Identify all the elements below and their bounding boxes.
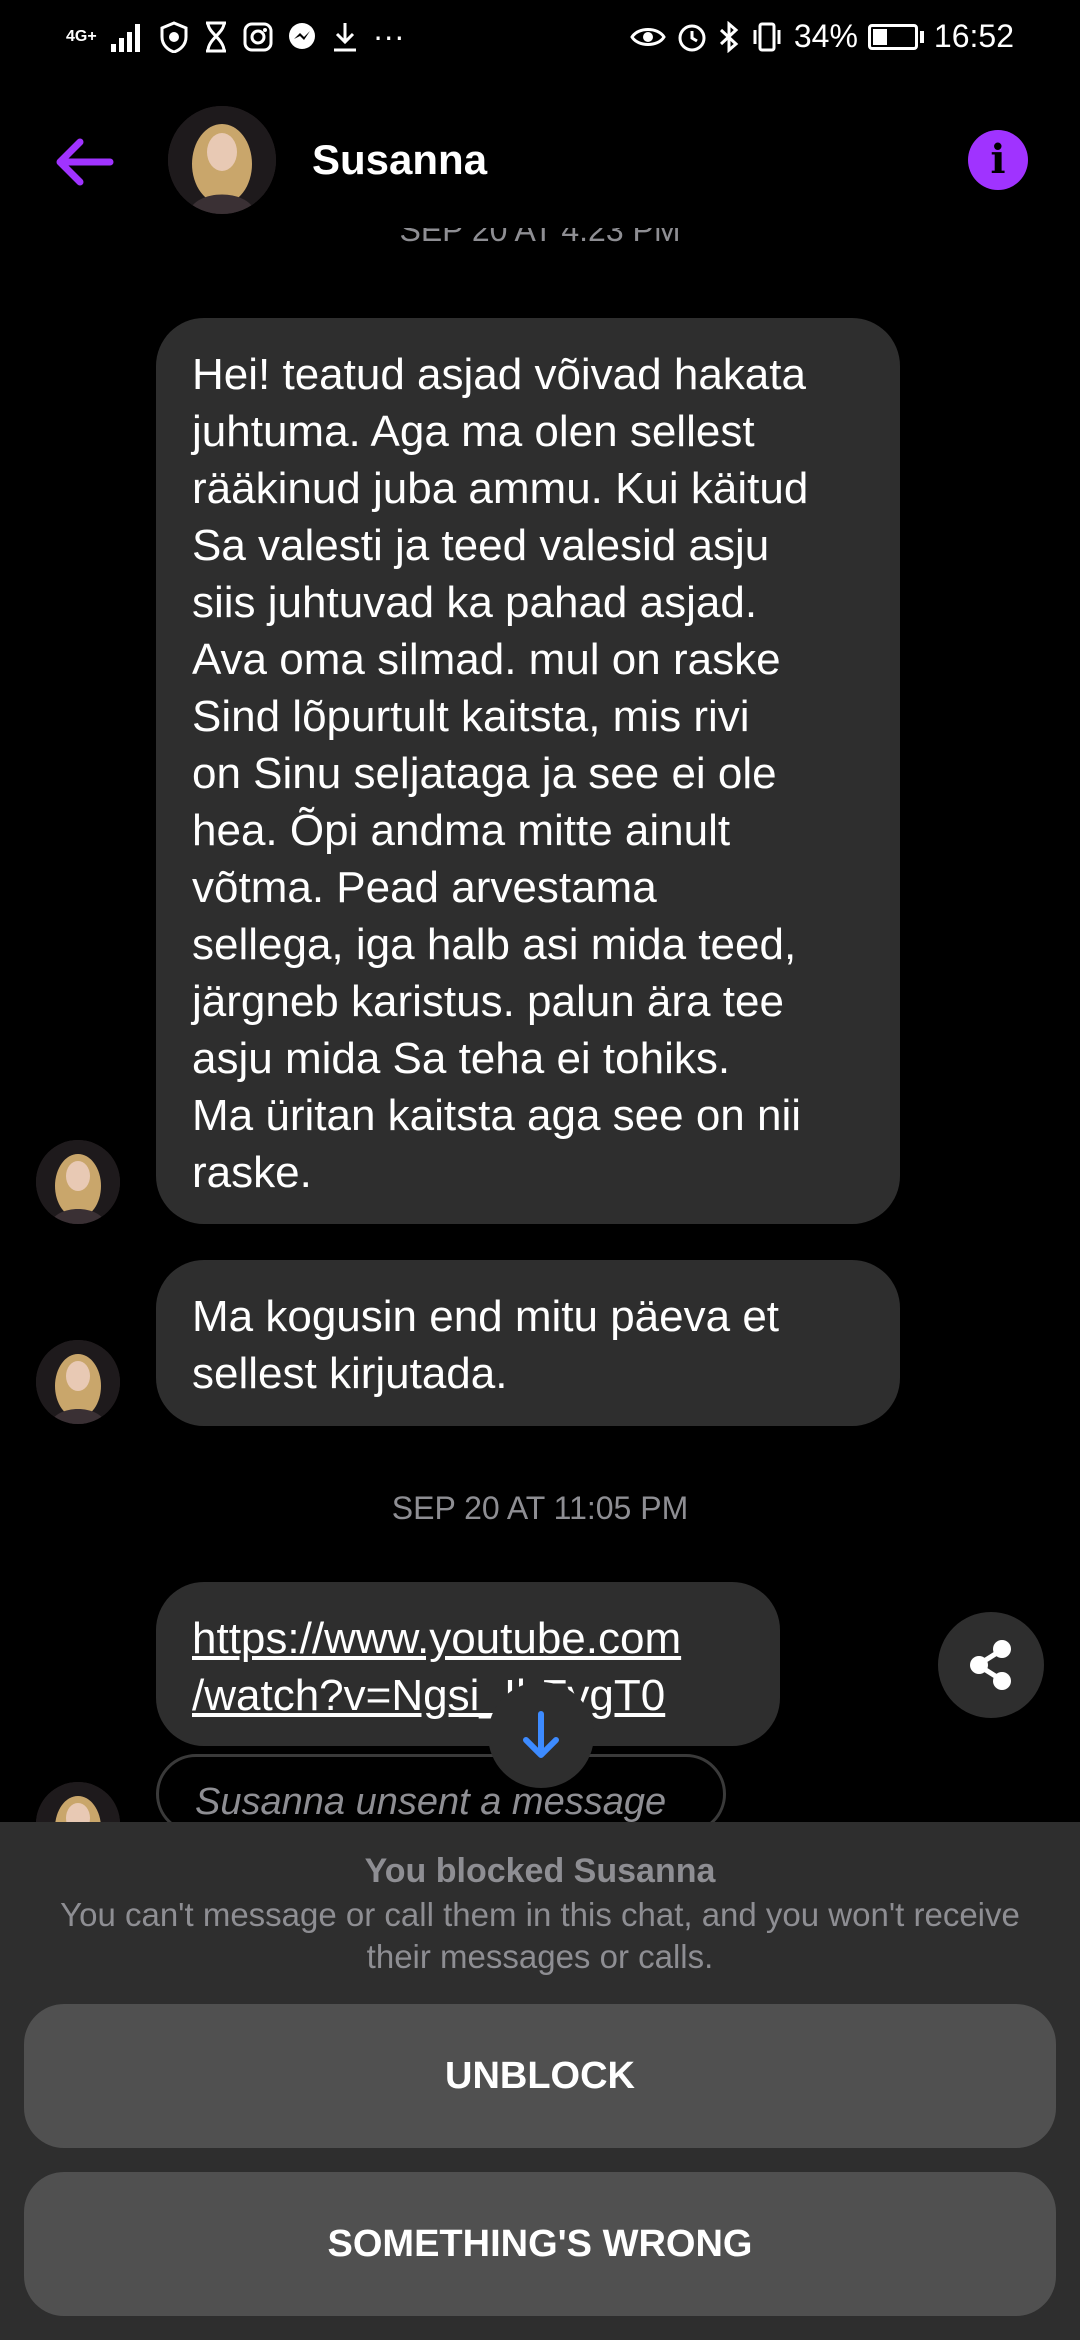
info-icon[interactable]: i	[968, 130, 1028, 190]
download-icon	[333, 22, 356, 51]
bluetooth-icon	[719, 20, 739, 53]
status-icons-right: 34% 16:52	[630, 18, 1014, 55]
battery-level-fill	[872, 28, 887, 45]
alarm-icon	[678, 24, 706, 51]
shield-icon	[160, 20, 188, 53]
sender-avatar	[36, 1140, 120, 1224]
status-icons-left: 4G+ ···	[66, 18, 405, 55]
timestamp: SEP 20 AT 4:23 PM	[0, 228, 1080, 264]
conversation-header: Susanna i	[0, 100, 1080, 220]
battery-tip	[919, 30, 924, 43]
contact-name[interactable]: Susanna	[312, 136, 487, 184]
more-notifications-icon: ···	[372, 18, 405, 54]
youtube-link[interactable]: https://www.youtube.com /watch?v=Ngsi_Ih…	[192, 1614, 681, 1720]
contact-avatar[interactable]	[168, 106, 276, 214]
hourglass-icon	[205, 21, 226, 52]
signal-icon	[110, 23, 140, 52]
share-button[interactable]	[938, 1612, 1044, 1718]
blocked-panel: You blocked Susanna You can't message or…	[0, 1822, 1080, 2340]
scroll-to-bottom-button[interactable]	[488, 1682, 594, 1788]
eye-icon	[630, 27, 666, 46]
status-bar: 4G+ ··· 34% 16:52	[0, 0, 1080, 80]
blocked-description: You can't message or call them in this c…	[60, 1896, 1020, 1975]
sender-avatar	[36, 1340, 120, 1424]
battery-percent: 34%	[793, 18, 858, 54]
blocked-title: You blocked Susanna	[364, 1852, 716, 1890]
share-icon	[970, 1640, 1011, 1690]
back-arrow-icon[interactable]	[52, 130, 116, 194]
messenger-icon	[288, 22, 315, 49]
arrow-down-icon	[523, 1711, 559, 1758]
network-type: 4G+	[66, 27, 97, 45]
link-message-bubble: https://www.youtube.com /watch?v=Ngsi_Ih…	[156, 1582, 780, 1746]
instagram-icon	[243, 22, 273, 51]
clock: 16:52	[933, 18, 1014, 54]
message-bubble[interactable]: Ma kogusin end mitu päeva et sellest kir…	[156, 1260, 900, 1426]
somethings-wrong-button[interactable]: SOMETHING'S WRONG	[24, 2172, 1056, 2316]
vibrate-icon	[753, 22, 781, 51]
timestamp-text: SEP 20 AT 4:23 PM	[399, 228, 681, 248]
timestamp: SEP 20 AT 11:05 PM	[391, 1490, 689, 1526]
message-bubble[interactable]: Hei! teatud asjad võivad hakata juhtuma.…	[156, 318, 900, 1224]
avatar-photo	[168, 106, 276, 214]
battery-icon	[867, 23, 918, 50]
unblock-button[interactable]: UNBLOCK	[24, 2004, 1056, 2148]
